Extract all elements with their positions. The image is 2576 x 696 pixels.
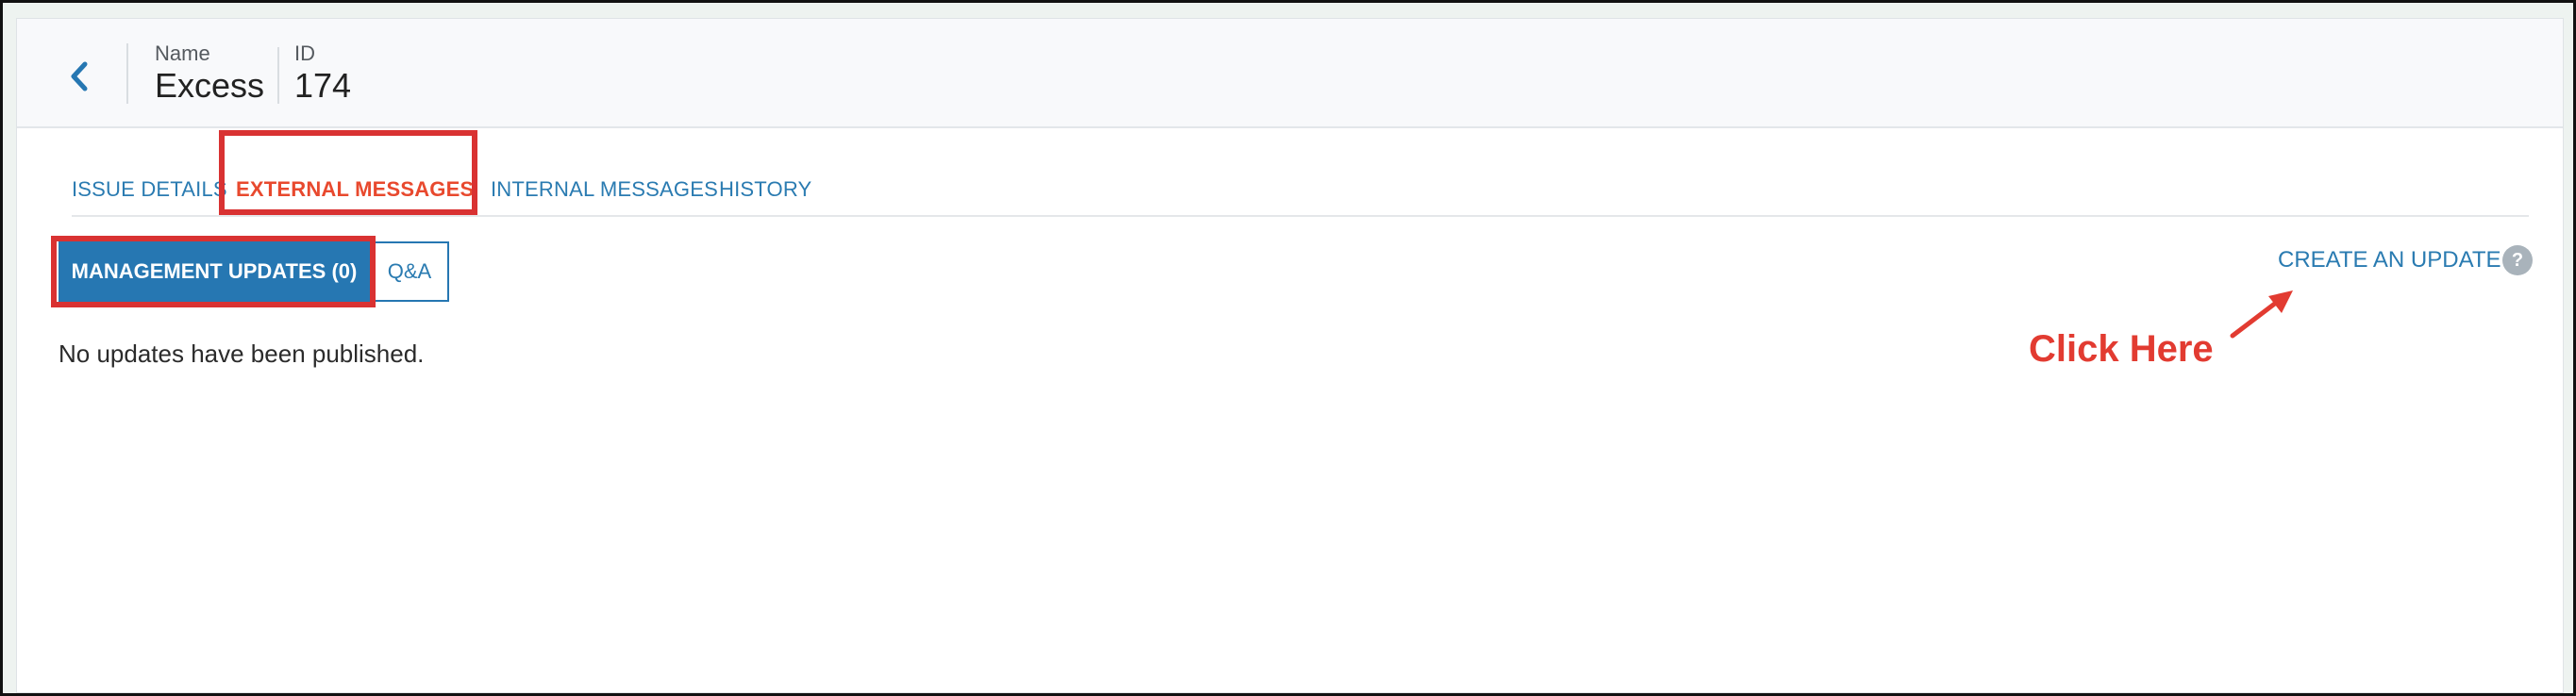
issue-panel: Name Excess ID 174 ISSUE DETAILS EXTERNA… [16, 18, 2564, 693]
empty-state-message: No updates have been published. [59, 340, 425, 368]
id-label: ID [294, 41, 315, 65]
name-value: Excess [155, 66, 265, 105]
tab-history[interactable]: HISTORY [719, 177, 811, 202]
id-value: 174 [294, 66, 352, 105]
qa-button[interactable]: Q&A [370, 241, 449, 302]
tab-internal-messages[interactable]: INTERNAL MESSAGES [491, 177, 718, 202]
tab-underline-divider [72, 215, 2529, 217]
header-divider [126, 43, 128, 104]
header-divider [277, 47, 279, 104]
screenshot-frame: Name Excess ID 174 ISSUE DETAILS EXTERNA… [0, 0, 2576, 696]
question-icon[interactable]: ? [2502, 245, 2533, 275]
tab-issue-details[interactable]: ISSUE DETAILS [72, 177, 227, 202]
name-label: Name [155, 41, 210, 65]
tab-external-messages[interactable]: EXTERNAL MESSAGES [236, 177, 474, 202]
click-here-callout: Click Here [2029, 328, 2214, 370]
create-update-link[interactable]: CREATE AN UPDATE [2278, 247, 2501, 273]
issue-header: Name Excess ID 174 [17, 19, 2563, 128]
back-button[interactable] [60, 53, 98, 100]
management-updates-button[interactable]: MANAGEMENT UPDATES (0) [59, 241, 370, 302]
chevron-left-icon [71, 61, 88, 91]
arrow-icon [2230, 290, 2293, 339]
